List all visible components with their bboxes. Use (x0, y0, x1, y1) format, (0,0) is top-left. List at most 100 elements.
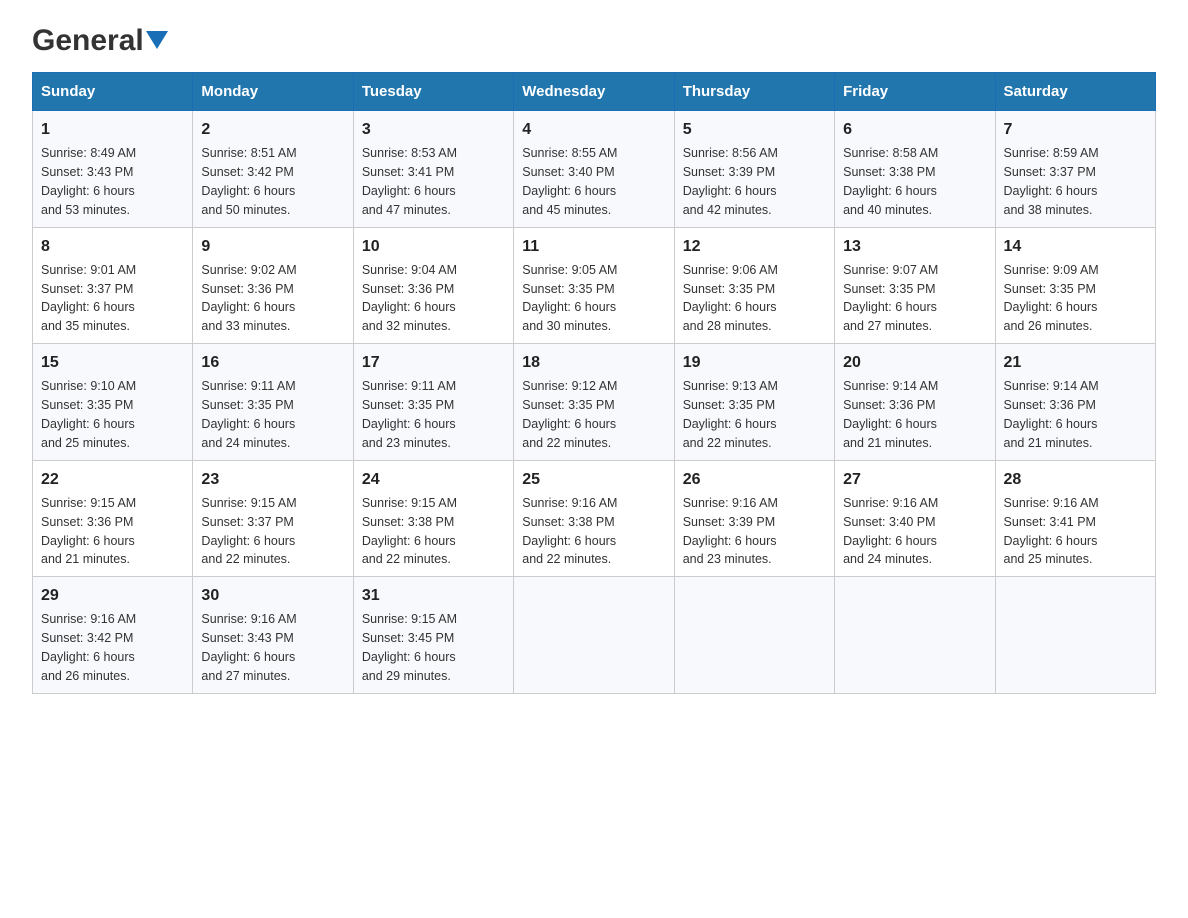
calendar-day-cell: 22 Sunrise: 9:15 AMSunset: 3:36 PMDaylig… (33, 460, 193, 577)
calendar-day-cell: 15 Sunrise: 9:10 AMSunset: 3:35 PMDaylig… (33, 344, 193, 461)
day-number: 11 (522, 235, 665, 258)
day-info: Sunrise: 9:02 AMSunset: 3:36 PMDaylight:… (201, 263, 296, 334)
calendar-table: Sunday Monday Tuesday Wednesday Thursday… (32, 72, 1156, 694)
calendar-day-cell: 7 Sunrise: 8:59 AMSunset: 3:37 PMDayligh… (995, 111, 1155, 228)
calendar-day-cell: 26 Sunrise: 9:16 AMSunset: 3:39 PMDaylig… (674, 460, 834, 577)
logo-arrow-icon (146, 31, 168, 53)
page-header: General (32, 24, 1156, 54)
day-number: 29 (41, 584, 184, 607)
calendar-day-cell: 2 Sunrise: 8:51 AMSunset: 3:42 PMDayligh… (193, 111, 353, 228)
day-number: 2 (201, 118, 344, 141)
day-info: Sunrise: 9:10 AMSunset: 3:35 PMDaylight:… (41, 379, 136, 450)
day-number: 22 (41, 468, 184, 491)
calendar-day-cell: 28 Sunrise: 9:16 AMSunset: 3:41 PMDaylig… (995, 460, 1155, 577)
day-number: 7 (1004, 118, 1147, 141)
day-number: 25 (522, 468, 665, 491)
calendar-week-row: 1 Sunrise: 8:49 AMSunset: 3:43 PMDayligh… (33, 111, 1156, 228)
day-number: 17 (362, 351, 505, 374)
day-info: Sunrise: 9:15 AMSunset: 3:38 PMDaylight:… (362, 496, 457, 567)
day-info: Sunrise: 8:58 AMSunset: 3:38 PMDaylight:… (843, 146, 938, 217)
day-info: Sunrise: 9:15 AMSunset: 3:36 PMDaylight:… (41, 496, 136, 567)
calendar-day-cell: 4 Sunrise: 8:55 AMSunset: 3:40 PMDayligh… (514, 111, 674, 228)
col-sunday: Sunday (33, 73, 193, 111)
day-info: Sunrise: 9:01 AMSunset: 3:37 PMDaylight:… (41, 263, 136, 334)
day-info: Sunrise: 9:16 AMSunset: 3:42 PMDaylight:… (41, 612, 136, 683)
day-number: 9 (201, 235, 344, 258)
col-friday: Friday (835, 73, 995, 111)
calendar-day-cell: 6 Sunrise: 8:58 AMSunset: 3:38 PMDayligh… (835, 111, 995, 228)
day-info: Sunrise: 9:14 AMSunset: 3:36 PMDaylight:… (1004, 379, 1099, 450)
col-thursday: Thursday (674, 73, 834, 111)
day-number: 8 (41, 235, 184, 258)
day-info: Sunrise: 9:04 AMSunset: 3:36 PMDaylight:… (362, 263, 457, 334)
day-number: 13 (843, 235, 986, 258)
day-number: 15 (41, 351, 184, 374)
day-info: Sunrise: 8:56 AMSunset: 3:39 PMDaylight:… (683, 146, 778, 217)
day-number: 6 (843, 118, 986, 141)
day-info: Sunrise: 9:11 AMSunset: 3:35 PMDaylight:… (362, 379, 456, 450)
day-number: 1 (41, 118, 184, 141)
calendar-header-row: Sunday Monday Tuesday Wednesday Thursday… (33, 73, 1156, 111)
calendar-week-row: 15 Sunrise: 9:10 AMSunset: 3:35 PMDaylig… (33, 344, 1156, 461)
calendar-day-cell: 19 Sunrise: 9:13 AMSunset: 3:35 PMDaylig… (674, 344, 834, 461)
day-info: Sunrise: 9:11 AMSunset: 3:35 PMDaylight:… (201, 379, 295, 450)
day-number: 4 (522, 118, 665, 141)
calendar-day-cell: 10 Sunrise: 9:04 AMSunset: 3:36 PMDaylig… (353, 227, 513, 344)
calendar-day-cell: 5 Sunrise: 8:56 AMSunset: 3:39 PMDayligh… (674, 111, 834, 228)
calendar-day-cell: 16 Sunrise: 9:11 AMSunset: 3:35 PMDaylig… (193, 344, 353, 461)
day-number: 31 (362, 584, 505, 607)
col-monday: Monday (193, 73, 353, 111)
calendar-day-cell: 9 Sunrise: 9:02 AMSunset: 3:36 PMDayligh… (193, 227, 353, 344)
calendar-week-row: 22 Sunrise: 9:15 AMSunset: 3:36 PMDaylig… (33, 460, 1156, 577)
calendar-day-cell: 23 Sunrise: 9:15 AMSunset: 3:37 PMDaylig… (193, 460, 353, 577)
day-info: Sunrise: 9:13 AMSunset: 3:35 PMDaylight:… (683, 379, 778, 450)
day-info: Sunrise: 9:09 AMSunset: 3:35 PMDaylight:… (1004, 263, 1099, 334)
day-info: Sunrise: 9:12 AMSunset: 3:35 PMDaylight:… (522, 379, 617, 450)
calendar-day-cell: 24 Sunrise: 9:15 AMSunset: 3:38 PMDaylig… (353, 460, 513, 577)
day-info: Sunrise: 9:16 AMSunset: 3:43 PMDaylight:… (201, 612, 296, 683)
day-number: 18 (522, 351, 665, 374)
calendar-day-cell: 20 Sunrise: 9:14 AMSunset: 3:36 PMDaylig… (835, 344, 995, 461)
col-wednesday: Wednesday (514, 73, 674, 111)
col-saturday: Saturday (995, 73, 1155, 111)
day-number: 12 (683, 235, 826, 258)
calendar-day-cell: 21 Sunrise: 9:14 AMSunset: 3:36 PMDaylig… (995, 344, 1155, 461)
day-info: Sunrise: 8:55 AMSunset: 3:40 PMDaylight:… (522, 146, 617, 217)
day-info: Sunrise: 9:16 AMSunset: 3:39 PMDaylight:… (683, 496, 778, 567)
calendar-day-cell (514, 577, 674, 694)
calendar-week-row: 29 Sunrise: 9:16 AMSunset: 3:42 PMDaylig… (33, 577, 1156, 694)
calendar-day-cell: 1 Sunrise: 8:49 AMSunset: 3:43 PMDayligh… (33, 111, 193, 228)
day-number: 5 (683, 118, 826, 141)
day-info: Sunrise: 9:16 AMSunset: 3:41 PMDaylight:… (1004, 496, 1099, 567)
day-number: 26 (683, 468, 826, 491)
col-tuesday: Tuesday (353, 73, 513, 111)
calendar-day-cell: 30 Sunrise: 9:16 AMSunset: 3:43 PMDaylig… (193, 577, 353, 694)
day-info: Sunrise: 8:51 AMSunset: 3:42 PMDaylight:… (201, 146, 296, 217)
calendar-day-cell: 12 Sunrise: 9:06 AMSunset: 3:35 PMDaylig… (674, 227, 834, 344)
day-number: 24 (362, 468, 505, 491)
day-number: 16 (201, 351, 344, 374)
day-info: Sunrise: 8:59 AMSunset: 3:37 PMDaylight:… (1004, 146, 1099, 217)
calendar-day-cell: 11 Sunrise: 9:05 AMSunset: 3:35 PMDaylig… (514, 227, 674, 344)
day-number: 28 (1004, 468, 1147, 491)
logo-general-text: General (32, 24, 144, 58)
day-number: 30 (201, 584, 344, 607)
day-info: Sunrise: 9:05 AMSunset: 3:35 PMDaylight:… (522, 263, 617, 334)
calendar-day-cell (674, 577, 834, 694)
calendar-day-cell: 8 Sunrise: 9:01 AMSunset: 3:37 PMDayligh… (33, 227, 193, 344)
calendar-day-cell: 29 Sunrise: 9:16 AMSunset: 3:42 PMDaylig… (33, 577, 193, 694)
day-number: 10 (362, 235, 505, 258)
calendar-day-cell: 18 Sunrise: 9:12 AMSunset: 3:35 PMDaylig… (514, 344, 674, 461)
calendar-day-cell: 25 Sunrise: 9:16 AMSunset: 3:38 PMDaylig… (514, 460, 674, 577)
calendar-day-cell: 27 Sunrise: 9:16 AMSunset: 3:40 PMDaylig… (835, 460, 995, 577)
day-info: Sunrise: 9:07 AMSunset: 3:35 PMDaylight:… (843, 263, 938, 334)
calendar-day-cell: 3 Sunrise: 8:53 AMSunset: 3:41 PMDayligh… (353, 111, 513, 228)
calendar-day-cell (835, 577, 995, 694)
day-number: 19 (683, 351, 826, 374)
day-info: Sunrise: 8:53 AMSunset: 3:41 PMDaylight:… (362, 146, 457, 217)
day-info: Sunrise: 9:15 AMSunset: 3:37 PMDaylight:… (201, 496, 296, 567)
calendar-day-cell (995, 577, 1155, 694)
day-info: Sunrise: 9:16 AMSunset: 3:40 PMDaylight:… (843, 496, 938, 567)
day-info: Sunrise: 9:14 AMSunset: 3:36 PMDaylight:… (843, 379, 938, 450)
day-info: Sunrise: 9:16 AMSunset: 3:38 PMDaylight:… (522, 496, 617, 567)
